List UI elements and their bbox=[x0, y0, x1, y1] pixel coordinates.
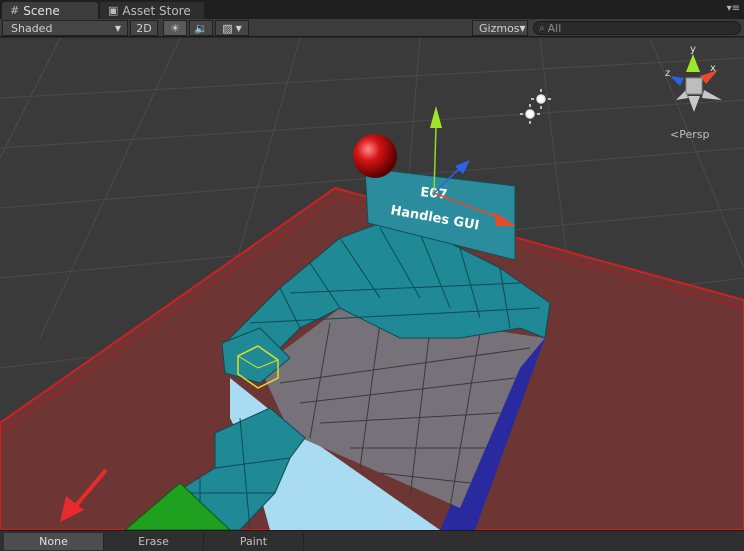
perspective-icon: < bbox=[670, 128, 680, 141]
grid-icon: # bbox=[10, 4, 20, 17]
y-axis-arrow-icon[interactable] bbox=[430, 106, 442, 128]
tab-options-menu-icon[interactable]: ▾≡ bbox=[727, 3, 740, 14]
paint-mode-button[interactable]: Paint bbox=[204, 533, 304, 550]
speaker-icon: 🔉 bbox=[194, 21, 208, 35]
gizmo-x-label: x bbox=[710, 63, 716, 74]
point-light-icon[interactable] bbox=[520, 104, 540, 124]
scene-viewport[interactable]: E07 Handles GUI y x z <Persp bbox=[0, 38, 744, 530]
gizmo-z-cone-icon[interactable] bbox=[670, 76, 684, 86]
projection-toggle[interactable]: <Persp bbox=[670, 128, 709, 141]
search-input[interactable] bbox=[547, 21, 728, 35]
shading-mode-dropdown[interactable]: Shaded ▼ bbox=[2, 20, 128, 36]
tab-scene[interactable]: # Scene bbox=[2, 2, 98, 19]
shopping-bag-icon: ▣ bbox=[108, 4, 119, 17]
scene-effects-toggle[interactable]: ▨ ▼ bbox=[215, 20, 249, 36]
gizmo-y-label: y bbox=[690, 44, 696, 55]
scene-canvas: E07 Handles GUI y x z bbox=[0, 38, 744, 530]
paint-mode-bar: None Erase Paint bbox=[0, 530, 744, 551]
z-axis-arrow-icon[interactable] bbox=[455, 160, 470, 174]
none-mode-button[interactable]: None bbox=[4, 533, 104, 550]
tab-bar: # Scene ▣ Asset Store ▾≡ bbox=[0, 0, 744, 19]
image-icon: ▨ bbox=[222, 21, 233, 35]
gizmos-label: Gizmos bbox=[479, 21, 520, 35]
tab-asset-store[interactable]: ▣ Asset Store bbox=[100, 2, 204, 19]
tab-scene-label: Scene bbox=[23, 3, 60, 18]
chevron-down-icon: ▼ bbox=[519, 23, 526, 33]
chevron-down-icon: ▼ bbox=[235, 23, 242, 33]
scene-audio-toggle[interactable]: 🔉 bbox=[189, 20, 213, 36]
search-icon: ⌕ bbox=[539, 22, 545, 34]
gizmo-neg-z-cone-icon[interactable] bbox=[702, 90, 722, 100]
gizmo-neg-y-cone-icon[interactable] bbox=[688, 96, 700, 112]
chevron-down-icon: ▼ bbox=[114, 23, 121, 33]
tab-asset-store-label: Asset Store bbox=[122, 3, 191, 18]
hierarchy-search[interactable]: ⌕ bbox=[533, 21, 741, 35]
2d-toggle-button[interactable]: 2D bbox=[130, 20, 158, 36]
sun-icon: ☀ bbox=[170, 21, 180, 35]
projection-label: Persp bbox=[679, 128, 710, 141]
scene-lighting-toggle[interactable]: ☀ bbox=[163, 20, 187, 36]
gizmos-dropdown[interactable]: Gizmos ▼ bbox=[472, 20, 528, 36]
gizmo-y-cone-icon[interactable] bbox=[686, 54, 700, 72]
gizmo-z-label: z bbox=[665, 68, 670, 79]
gizmo-center-cube-icon[interactable] bbox=[685, 77, 703, 95]
shading-mode-label: Shaded bbox=[11, 21, 53, 35]
scene-toolbar: Shaded ▼ 2D ☀ 🔉 ▨ ▼ Gizmos ▼ ⌕ bbox=[0, 19, 744, 37]
red-sphere bbox=[353, 134, 397, 178]
erase-mode-button[interactable]: Erase bbox=[104, 533, 204, 550]
